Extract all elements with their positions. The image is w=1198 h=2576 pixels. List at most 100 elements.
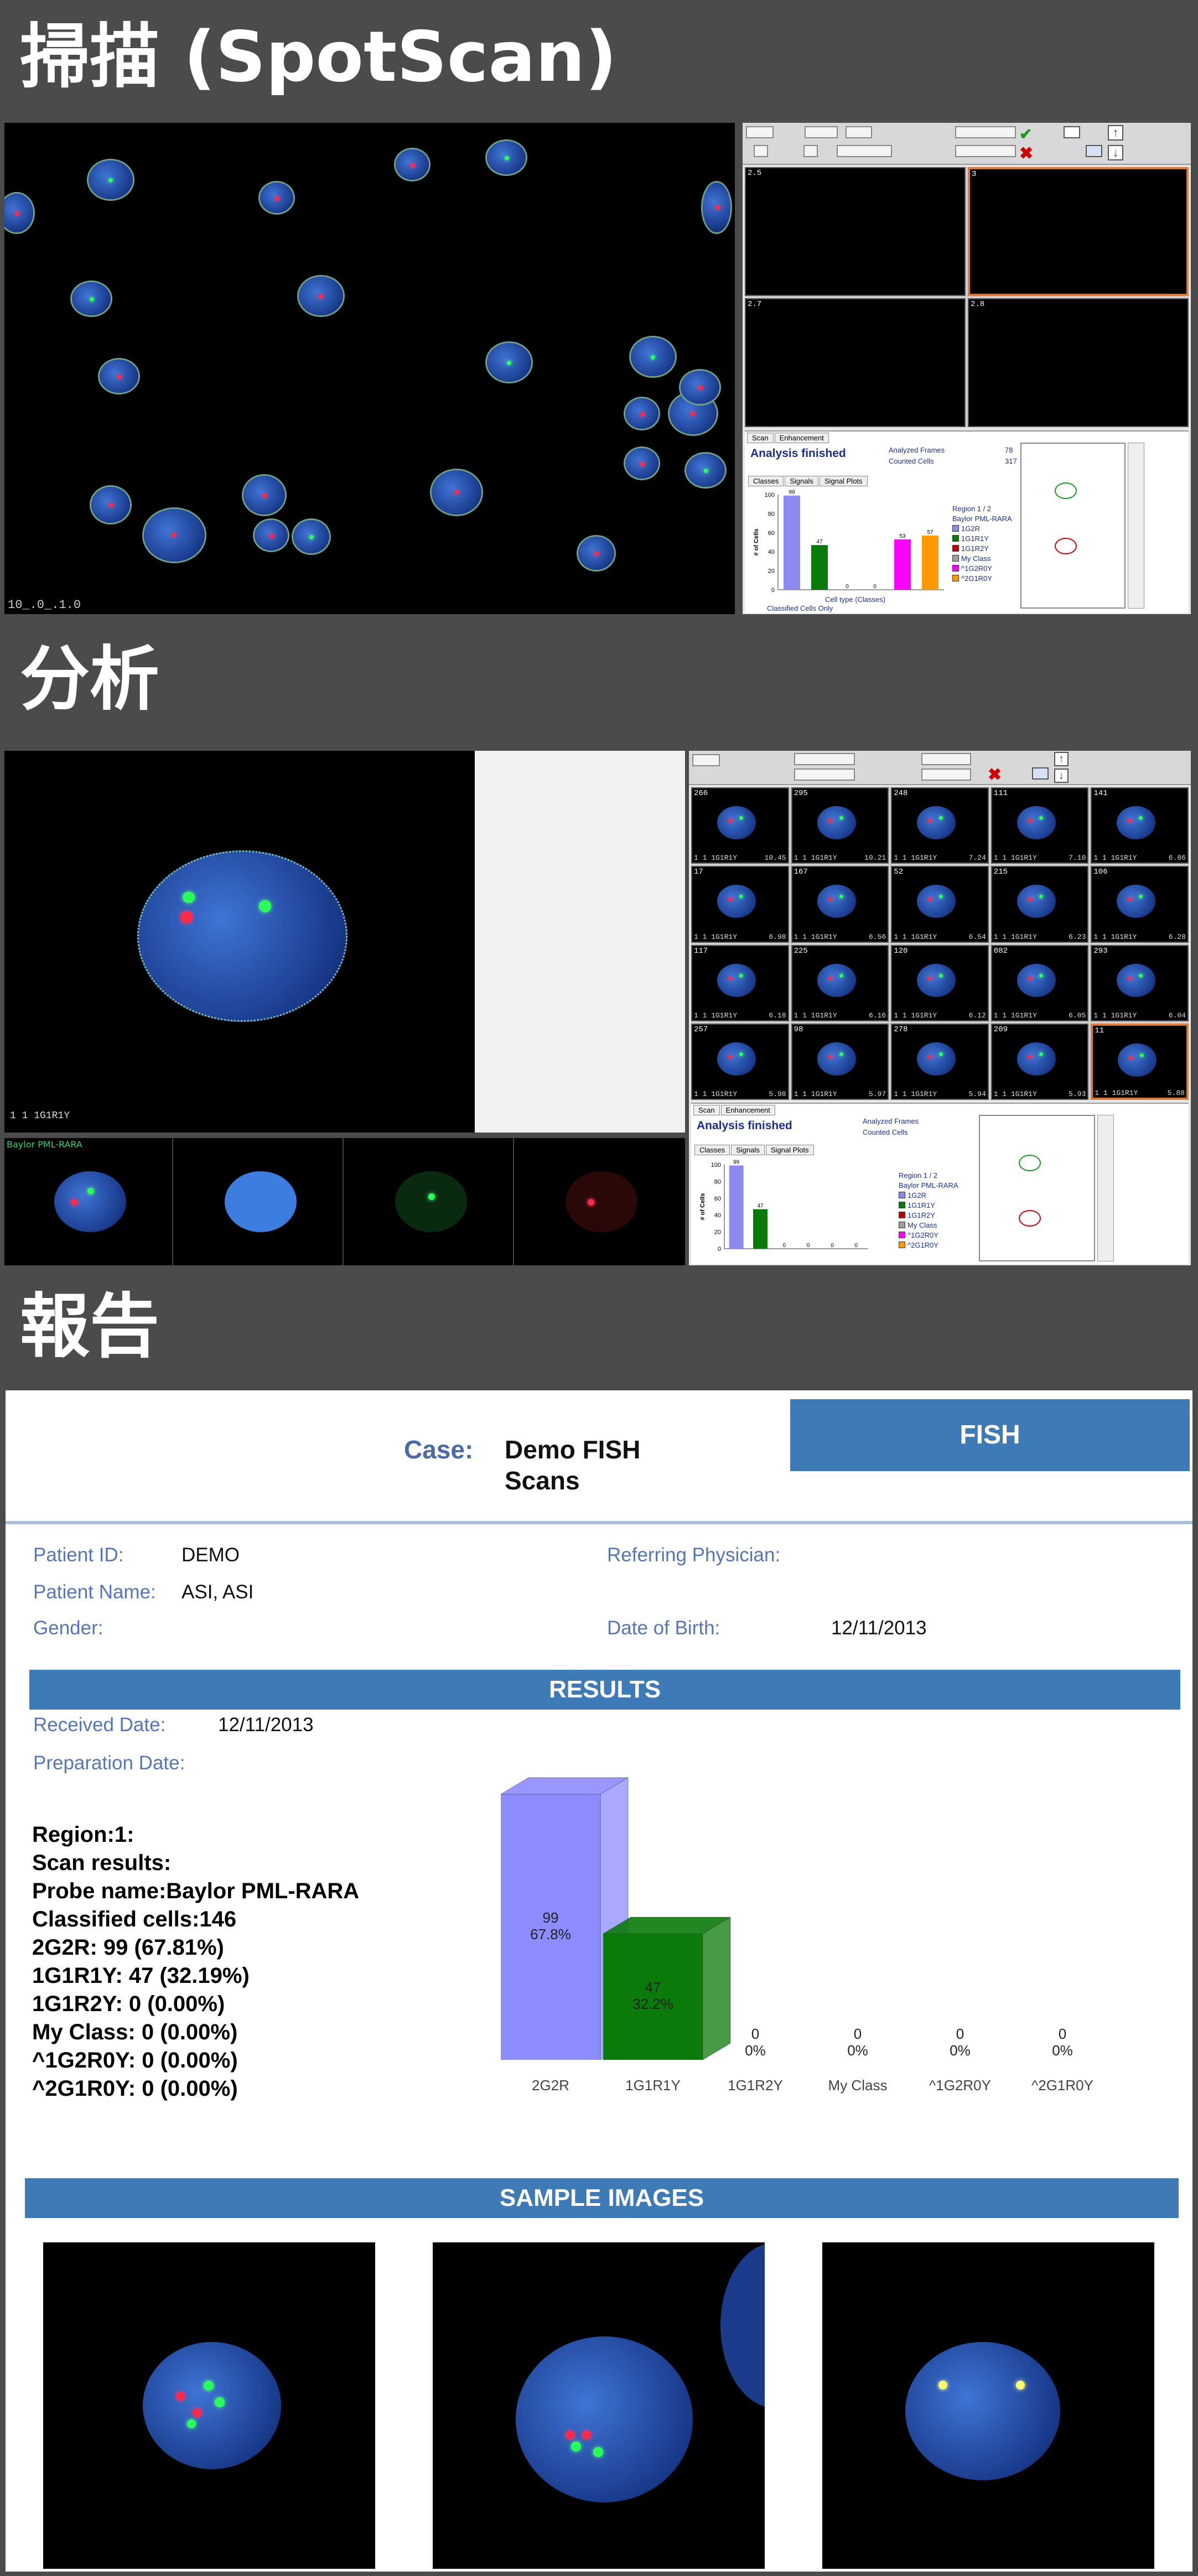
legend-item[interactable]: 1G2R xyxy=(952,523,1012,533)
legend-item[interactable]: 1G1R2Y xyxy=(899,1210,958,1220)
camera-icon[interactable] xyxy=(1064,126,1080,138)
y-tick-label: 80 xyxy=(768,511,775,517)
legend-item[interactable]: ^1G2R0Y xyxy=(899,1230,958,1240)
cell-score: 6.18 xyxy=(769,1011,786,1020)
cell-thumbnail[interactable]: 295 1 1 1G1R1Y 10.21 xyxy=(791,787,889,864)
sample-image[interactable] xyxy=(822,2242,1154,2569)
subtab-classes[interactable]: Classes xyxy=(748,476,784,486)
sample-image[interactable] xyxy=(433,2242,765,2569)
cell-thumbnail[interactable]: 293 1 1 1G1R1Y 6.04 xyxy=(1091,945,1189,1021)
x-tick-label: 2G2R xyxy=(532,2077,569,2094)
stage-map[interactable] xyxy=(1020,443,1126,609)
arrow-down-icon[interactable]: ↓ xyxy=(1054,768,1069,783)
next-button[interactable] xyxy=(803,145,818,157)
arrow-up-icon[interactable]: ↑ xyxy=(1108,125,1123,141)
export-icon[interactable] xyxy=(1032,767,1049,780)
sort-dropdown[interactable] xyxy=(921,753,971,765)
scan-thumbnail[interactable]: 2.5 xyxy=(745,167,966,296)
legend-item[interactable]: 1G1R1Y xyxy=(952,533,1012,543)
y-tick-label: 0 xyxy=(718,1246,721,1253)
cell-thumbnail[interactable]: 082 1 1 1G1R1Y 6.05 xyxy=(991,945,1089,1021)
analysis-results-panel: Scan Enhancement Analysis finished Analy… xyxy=(691,1103,1189,1264)
legend-item[interactable]: ^2G1R0Y xyxy=(952,573,1012,583)
channel-dapi[interactable] xyxy=(175,1138,344,1265)
stage-map[interactable] xyxy=(979,1115,1095,1261)
cell-thumbnail[interactable]: 141 1 1 1G1R1Y 6.86 xyxy=(1091,787,1189,864)
chart-bar xyxy=(784,496,800,590)
toolbar-dropdown[interactable] xyxy=(794,768,855,781)
bar-value-label: 0 xyxy=(751,2026,759,2042)
toolbar-dropdown[interactable] xyxy=(846,126,872,138)
check-icon[interactable]: ✔ xyxy=(1019,125,1032,143)
bar-value-label: 57 xyxy=(927,529,933,536)
analysis-toolbar: ✖ ↑ ↓ xyxy=(689,751,1191,785)
cell-thumbnail[interactable]: 111 1 1 1G1R1Y 7.10 xyxy=(991,787,1089,864)
channel-red[interactable] xyxy=(516,1138,684,1265)
bar-value-label: 0 xyxy=(807,1243,810,1249)
region-label: Region 1 / 2 xyxy=(899,1170,958,1180)
subtab-signal-plots[interactable]: Signal Plots xyxy=(820,476,868,486)
tool-column[interactable] xyxy=(1097,1115,1114,1261)
legend-item[interactable]: ^1G2R0Y xyxy=(952,563,1012,573)
subtab-signal-plots[interactable]: Signal Plots xyxy=(766,1145,814,1155)
cell-thumbnail[interactable]: 11 1 1 1G1R1Y 5.88 xyxy=(1091,1024,1189,1100)
sort-dropdown[interactable] xyxy=(921,768,971,781)
cell-id: 120 xyxy=(894,947,907,955)
toolbar-dropdown[interactable] xyxy=(692,754,720,766)
scan-microscope-view[interactable]: 10_.0_.1.0 xyxy=(4,123,735,614)
close-icon[interactable]: ✖ xyxy=(988,765,1002,785)
subtab-signals[interactable]: Signals xyxy=(731,1145,765,1155)
tab-enhancement[interactable]: Enhancement xyxy=(775,433,829,443)
x-tick-label: 1G1R2Y xyxy=(728,2077,783,2094)
cell-thumbnail[interactable]: 117 1 1 1G1R1Y 6.18 xyxy=(691,945,789,1021)
export-icon[interactable] xyxy=(1086,145,1102,157)
cell-thumbnail[interactable]: 266 1 1 1G1R1Y 10.45 xyxy=(691,787,789,864)
cell-thumbnail[interactable]: 257 1 1 1G1R1Y 5.98 xyxy=(691,1024,789,1100)
green-signal xyxy=(183,892,195,903)
close-icon[interactable]: ✖ xyxy=(1019,144,1033,163)
sort-dropdown[interactable] xyxy=(955,145,1016,157)
toolbar-dropdown[interactable] xyxy=(805,126,838,138)
cell-thumbnail[interactable]: 225 1 1 1G1R1Y 6.16 xyxy=(791,945,889,1021)
sort-dropdown[interactable] xyxy=(955,126,1016,138)
scan-thumbnail[interactable]: 2.7 xyxy=(745,298,966,427)
cell-thumbnail[interactable]: 248 1 1 1G1R1Y 7.24 xyxy=(891,787,989,864)
legend-item[interactable]: 1G1R1Y xyxy=(899,1200,958,1210)
scan-thumbnail[interactable]: 2.8 xyxy=(968,298,1189,427)
cell-thumbnail[interactable]: 215 1 1 1G1R1Y 6.23 xyxy=(991,866,1089,942)
tab-scan[interactable]: Scan xyxy=(693,1105,720,1115)
red-signal xyxy=(828,1055,832,1059)
cell-thumbnail[interactable]: 98 1 1 1G1R1Y 5.97 xyxy=(791,1024,889,1100)
scan-analysis-panel: Scan Enhancement Analysis finished Analy… xyxy=(745,430,1189,613)
tab-scan[interactable]: Scan xyxy=(747,433,774,443)
legend-item[interactable]: My Class xyxy=(899,1220,958,1230)
cell-thumbnail[interactable]: 52 1 1 1G1R1Y 6.54 xyxy=(891,866,989,942)
cell-thumbnail[interactable]: 278 1 1 1G1R1Y 5.94 xyxy=(891,1024,989,1100)
toolbar-dropdown[interactable] xyxy=(794,753,855,765)
legend-item[interactable]: ^2G1R0Y xyxy=(899,1240,958,1250)
cell-thumbnail[interactable]: 120 1 1 1G1R1Y 6.12 xyxy=(891,945,989,1021)
arrow-up-icon[interactable]: ↑ xyxy=(1054,752,1069,766)
subtab-classes[interactable]: Classes xyxy=(694,1145,730,1155)
subtab-signals[interactable]: Signals xyxy=(785,476,818,486)
toolbar-dropdown[interactable] xyxy=(837,145,892,157)
channel-composite[interactable] xyxy=(4,1138,173,1265)
cell-thumbnail[interactable]: 167 1 1 1G1R1Y 6.56 xyxy=(791,866,889,942)
legend-item[interactable]: 1G2R xyxy=(899,1190,958,1200)
classified-only-checkbox[interactable]: Classified Cells Only xyxy=(767,604,833,612)
toolbar-dropdown[interactable] xyxy=(746,126,774,138)
cell-thumbnail[interactable]: 106 1 1 1G1R1Y 6.28 xyxy=(1091,866,1189,942)
tab-enhancement[interactable]: Enhancement xyxy=(721,1105,775,1115)
cell-thumbnail[interactable]: 209 1 1 1G1R1Y 5.93 xyxy=(991,1024,1089,1100)
legend-item[interactable]: My Class xyxy=(952,553,1012,563)
scan-thumbnail[interactable]: 3 xyxy=(968,167,1189,296)
tool-column[interactable] xyxy=(1128,443,1144,609)
cell-id: 111 xyxy=(994,789,1008,798)
sample-image[interactable] xyxy=(43,2242,375,2569)
legend-item[interactable]: 1G1R2Y xyxy=(952,543,1012,553)
analysis-main-cell-view[interactable]: 1 1 1G1R1Y xyxy=(4,751,475,1133)
prev-button[interactable] xyxy=(754,145,768,157)
cell-thumbnail[interactable]: 17 1 1 1G1R1Y 6.98 xyxy=(691,866,789,942)
arrow-down-icon[interactable]: ↓ xyxy=(1108,145,1123,160)
channel-green[interactable] xyxy=(345,1138,514,1265)
